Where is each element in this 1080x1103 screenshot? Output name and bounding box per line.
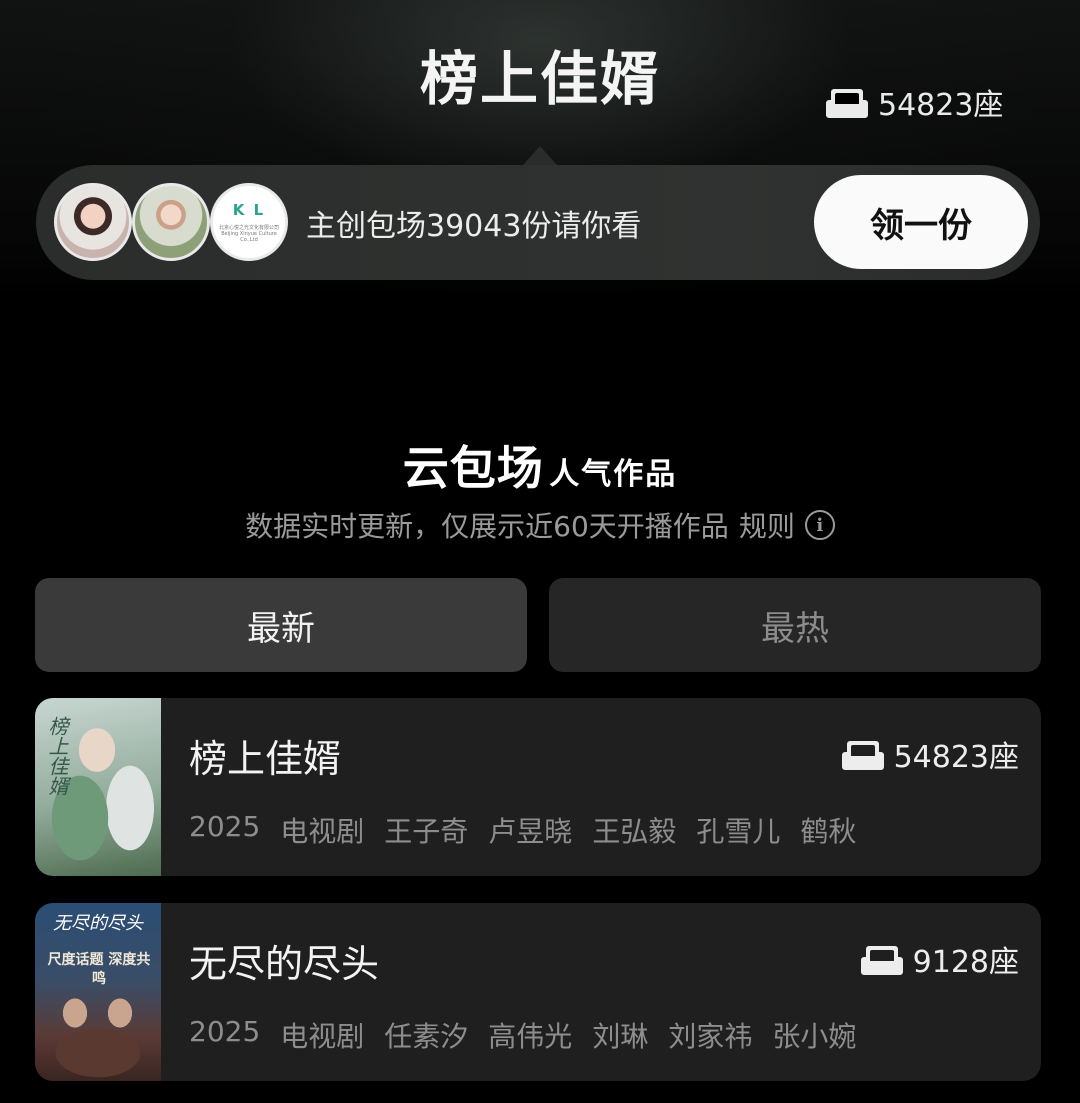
work-meta: 2025 电视剧 王子奇 卢昱晓 王弘毅 孔雪儿 鹤秋 [189, 810, 856, 850]
invite-text: 主创包场39043份请你看 [306, 209, 642, 244]
company-logo-avatar: K L 北京心悦之光文化有限公司 Beijing Xinyue Culture … [210, 183, 288, 261]
work-seat-text: 54823座 [893, 740, 1019, 775]
work-card[interactable]: 榜上佳婿 榜上佳婿 54823座 2025 电视剧 王子奇 卢昱晓 王弘毅 孔雪… [35, 698, 1041, 876]
tab-latest[interactable]: 最新 [35, 578, 527, 672]
subtitle-text: 数据实时更新，仅展示近60天开播作品 [245, 510, 729, 543]
poster-tagline: 尺度话题 深度共鸣 [47, 952, 151, 987]
work-seat-text: 9128座 [912, 945, 1019, 980]
section-title-main: 云包场 [402, 441, 544, 495]
work-cast: 刘琳 [592, 1020, 649, 1053]
invite-bar[interactable]: K L 北京心悦之光文化有限公司 Beijing Xinyue Culture … [36, 165, 1040, 280]
work-type: 电视剧 [280, 1020, 365, 1053]
sofa-icon [826, 85, 868, 119]
poster-script: 无尽的尽头 [53, 913, 143, 934]
work-year: 2025 [189, 810, 261, 843]
work-cast: 王弘毅 [592, 815, 677, 848]
work-year: 2025 [189, 1015, 261, 1048]
rules-link[interactable]: 规则 [739, 505, 795, 545]
work-cast: 卢昱晓 [488, 815, 573, 848]
tab-hottest[interactable]: 最热 [549, 578, 1041, 672]
logo-text: 北京心悦之光文化有限公司 Beijing Xinyue Culture Co.,… [219, 225, 280, 243]
seat-count: 54823座 [826, 82, 1004, 123]
invite-pointer [522, 146, 558, 166]
work-cast: 王子奇 [384, 815, 469, 848]
work-meta: 2025 电视剧 任素汐 高伟光 刘琳 刘家祎 张小婉 [189, 1015, 856, 1055]
work-seat-count: 9128座 [860, 937, 1019, 981]
work-cast: 张小婉 [772, 1020, 857, 1053]
work-cast: 孔雪儿 [696, 815, 781, 848]
avatar [132, 183, 210, 261]
work-cast: 任素汐 [384, 1020, 469, 1053]
page: 榜上佳婿 54823座 K L 北京心悦之光文化有限公司 Beijing Xin… [0, 0, 1080, 1103]
poster-image: 榜上佳婿 [35, 698, 161, 876]
work-seat-count: 54823座 [841, 732, 1019, 776]
poster-script: 榜上佳婿 [45, 716, 69, 796]
seat-count-text: 54823座 [878, 88, 1004, 123]
claim-button[interactable]: 领一份 [814, 175, 1028, 269]
work-cast: 刘家祎 [668, 1020, 753, 1053]
info-icon[interactable]: i [804, 510, 835, 540]
poster-image: 无尽的尽头 尺度话题 深度共鸣 [35, 903, 161, 1081]
sofa-icon [841, 737, 884, 771]
work-type: 电视剧 [280, 815, 365, 848]
sofa-icon [860, 942, 903, 976]
work-cast: 鹤秋 [800, 815, 857, 848]
logo-mark: K L [232, 201, 266, 219]
work-title: 榜上佳婿 [189, 737, 342, 781]
section-title: 云包场 人气作品 [0, 432, 1080, 498]
avatar [54, 183, 132, 261]
work-cast: 高伟光 [488, 1020, 573, 1053]
section-title-sub: 人气作品 [549, 457, 678, 492]
work-title: 无尽的尽头 [189, 942, 380, 986]
work-card[interactable]: 无尽的尽头 尺度话题 深度共鸣 无尽的尽头 9128座 2025 电视剧 任素汐… [35, 903, 1041, 1081]
section-subtitle: 数据实时更新，仅展示近60天开播作品 规则 i [0, 505, 1080, 545]
